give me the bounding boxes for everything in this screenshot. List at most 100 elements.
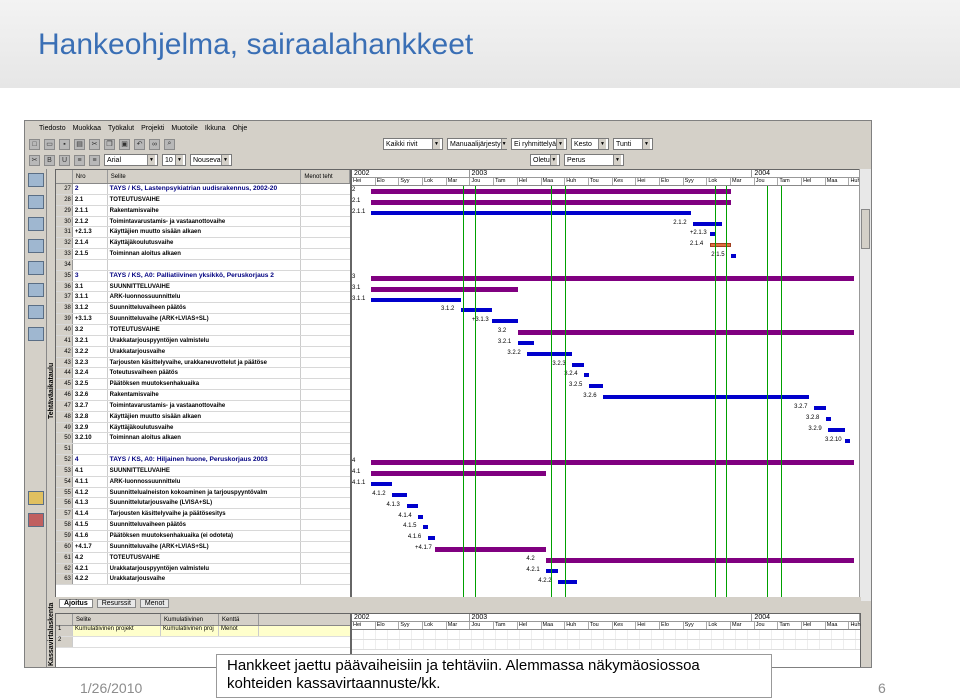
task-bar[interactable] (406, 503, 419, 508)
table-row[interactable]: 50 3.2.10 Toiminnan aloitus alkaen (56, 433, 350, 445)
task-bar[interactable] (392, 492, 407, 497)
table-row[interactable]: 54 4.1.1 ARK-luonnossuunnittelu (56, 476, 350, 488)
tab-resurssit[interactable]: Resurssit (96, 598, 136, 608)
copy-icon[interactable]: ❐ (104, 138, 115, 150)
task-bar[interactable] (461, 308, 492, 313)
summary-bar[interactable] (370, 286, 518, 292)
cashflow-header-kentta[interactable]: Kenttä (219, 614, 259, 625)
table-row[interactable]: 51 (56, 444, 350, 456)
task-bar[interactable] (418, 514, 424, 519)
menu-item[interactable]: Ohje (233, 125, 248, 132)
size-select[interactable]: 10 ▼ (162, 154, 186, 166)
cost-view-icon[interactable] (28, 305, 44, 319)
scroll-thumb[interactable] (861, 209, 870, 249)
align-left-icon[interactable]: ≡ (74, 154, 85, 166)
menu-item[interactable]: Ikkuna (205, 125, 226, 132)
zoom-icon[interactable]: ⌕ (164, 138, 175, 150)
task-bar[interactable] (370, 481, 393, 486)
underline-icon[interactable]: U (59, 154, 70, 166)
task-bar[interactable] (517, 340, 535, 345)
grid-header-menot[interactable]: Menot teht (301, 170, 350, 183)
table-row[interactable]: 33 2.1.5 Toiminnan aloitus alkaen (56, 249, 350, 260)
table-row[interactable]: 40 3.2 TOTEUTUSVAIHE (56, 324, 350, 336)
table-row[interactable]: 55 4.1.2 Suunnittelualneiston kokoaminen j… (56, 487, 350, 499)
task-bar[interactable] (589, 384, 604, 389)
task-bar[interactable] (844, 438, 850, 443)
order-select[interactable]: Nouseva ▼ (190, 154, 232, 166)
table-row[interactable]: 46 3.2.6 Rakentamisvaihe (56, 390, 350, 401)
task-bar[interactable] (584, 373, 589, 378)
summary-bar[interactable] (434, 547, 547, 553)
menu-item[interactable]: Muotoile (171, 125, 197, 132)
menu-item[interactable]: Työkalut (108, 125, 134, 132)
task-bar[interactable] (814, 406, 826, 410)
table-row[interactable]: 45 3.2.5 Päätöksen muutoksenhakuaika (56, 379, 350, 391)
bold-icon[interactable]: B (44, 154, 55, 166)
resource-view-icon[interactable] (28, 239, 44, 253)
table-row[interactable]: 63 4.2.2 Urakkatarjousvaihe (56, 574, 350, 586)
task-bar[interactable] (826, 416, 831, 421)
save-icon[interactable]: ▪ (59, 138, 70, 150)
sort-select[interactable]: Manuaalijärjesty ▼ (447, 138, 507, 150)
cashflow-header-selite[interactable]: Selite (73, 614, 161, 625)
table-row[interactable]: 30 2.1.2 Toimintavarustamis- ja vastaanott… (56, 216, 350, 228)
task-bar[interactable] (731, 254, 736, 259)
network-view-icon[interactable] (28, 327, 44, 341)
group-select[interactable]: Ei ryhmittelyä ▼ (511, 138, 567, 150)
cashflow-row[interactable]: 2 (56, 637, 350, 648)
table-row[interactable]: 37 3.1.1 ARK-luonnossuunnittelu (56, 292, 350, 304)
help-icon[interactable] (28, 491, 44, 505)
tab-menot[interactable]: Menot (139, 598, 170, 608)
table-row[interactable]: 44 3.2.4 Toteutusvaiheen päätös (56, 368, 350, 380)
table-row[interactable]: 32 2.1.4 Käyttäjäkoulutusvaihe (56, 238, 350, 250)
table-row[interactable]: 48 3.2.8 Käyttäjien muutto sisään alkaen (56, 411, 350, 423)
calendar-view-icon[interactable] (28, 261, 44, 275)
menu-item[interactable]: Tiedosto (39, 125, 66, 132)
task-bar[interactable] (370, 210, 691, 215)
duration-select[interactable]: Kesto ▼ (571, 138, 609, 150)
gantt-view-icon[interactable] (28, 173, 44, 187)
align-center-icon[interactable]: ≡ (89, 154, 100, 166)
report-view-icon[interactable] (28, 283, 44, 297)
summary-bar[interactable] (546, 557, 855, 563)
open-icon[interactable]: ▭ (44, 138, 55, 150)
chart-view-icon[interactable] (28, 217, 44, 231)
menu-item[interactable]: Projekti (141, 125, 164, 132)
table-row[interactable]: 29 2.1.1 Rakentamisvaihe (56, 205, 350, 217)
font-select[interactable]: Arial ▼ (104, 154, 158, 166)
cut-icon[interactable]: ✂ (29, 154, 40, 166)
grid-header-selite[interactable]: Selite (108, 170, 302, 183)
unit-select[interactable]: Tunti ▼ (613, 138, 653, 150)
task-bar[interactable] (828, 427, 845, 432)
task-bar[interactable] (423, 525, 428, 530)
table-row[interactable]: 53 4.1 SUUNNITTELUVAIHE (56, 465, 350, 477)
vertical-scrollbar[interactable] (859, 169, 871, 601)
table-row[interactable]: 60 +4.1.7 Suunnitteluvaihe (ARK+LVIAS+SL) (56, 541, 350, 553)
table-row[interactable]: 49 3.2.9 Käyttäjäkoulutusvaihe (56, 422, 350, 434)
grid-header-nro[interactable]: Nro (73, 170, 108, 183)
table-row[interactable]: 57 4.1.4 Tarjousten käsittelyvaihe ja päät… (56, 509, 350, 521)
task-bar[interactable] (572, 362, 585, 367)
new-icon[interactable]: □ (29, 138, 40, 150)
task-bar[interactable] (693, 221, 722, 226)
table-row[interactable]: 38 3.1.2 Suunnitteluvaiheen päätös (56, 303, 350, 315)
table-row[interactable]: 27 2 TAYS / KS, Lastenpsykiatrian uudisrak… (56, 184, 350, 195)
table-row[interactable]: 39 +3.1.3 Suunnitteluvaihe (ARK+LVIAS+SL) (56, 314, 350, 325)
tab-ajoitus[interactable]: Ajoitus (59, 598, 93, 608)
table-row[interactable]: 41 3.2.1 Urakkatarjouspyyntöjen valmistelu (56, 335, 350, 347)
table-row[interactable]: 47 3.2.7 Toimintavarustamis- ja vastaanott… (56, 400, 350, 412)
table-row[interactable]: 34 (56, 259, 350, 271)
summary-bar[interactable] (517, 330, 855, 336)
task-bar[interactable] (370, 297, 461, 302)
table-row[interactable]: 59 4.1.6 Päätöksen muutoksenhakuaika (ei o… (56, 531, 350, 542)
paste-icon[interactable]: ▣ (119, 138, 130, 150)
table-row[interactable]: 56 4.1.3 Suunnittelutarjousvaihe (LVISA+SL… (56, 498, 350, 510)
task-bar[interactable] (603, 395, 810, 400)
undo-icon[interactable]: ↶ (134, 138, 145, 150)
menu-item[interactable]: Muokkaa (73, 125, 101, 132)
table-row[interactable]: 28 2.1 TOTEUTUSVAIHE (56, 194, 350, 206)
task-bar[interactable] (546, 568, 559, 573)
table-row[interactable]: 52 4 TAYS / KS, A0: Hiljainen huone, Perus… (56, 455, 350, 466)
book-icon[interactable] (28, 513, 44, 527)
table-row[interactable]: 35 3 TAYS / KS, A0: Palliatiivinen yksikkö… (56, 270, 350, 282)
